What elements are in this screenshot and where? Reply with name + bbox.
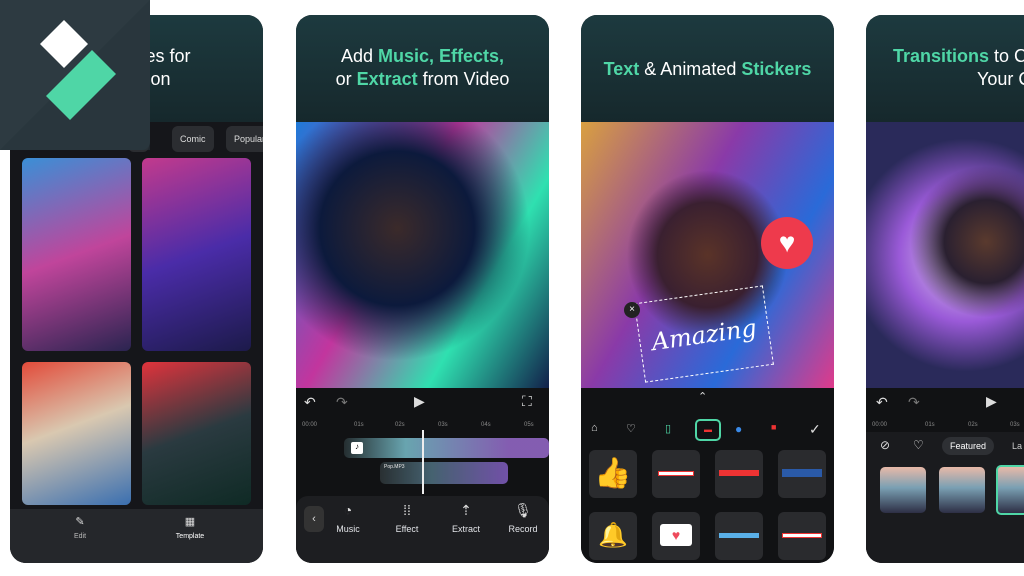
music-icon[interactable]: ◔: [338, 502, 358, 518]
tab-latest[interactable]: La: [1012, 437, 1022, 455]
bottom-nav: ✎ Edit ▦ Template: [10, 509, 263, 563]
microphone-icon[interactable]: 🎙: [513, 502, 533, 519]
chevron-up-icon[interactable]: ⌃: [698, 390, 707, 403]
nav-edit[interactable]: Edit: [55, 533, 105, 540]
redo-icon[interactable]: ↷: [336, 394, 348, 411]
toolbar: ‹ ◔ Music ⁞⁞ Effect ⇡ Extract 🎙 Record: [296, 496, 549, 563]
chip-popular[interactable]: Popular: [226, 126, 263, 152]
transition-thumb-selected[interactable]: [996, 465, 1024, 515]
tool-record[interactable]: Record: [500, 524, 546, 535]
store-icon[interactable]: ⌂: [591, 422, 598, 434]
redo-icon[interactable]: ↷: [908, 394, 920, 411]
tool-music[interactable]: Music: [325, 524, 371, 535]
transition-thumb[interactable]: [939, 467, 985, 513]
app-logo: [0, 0, 150, 150]
sticker-banner[interactable]: [715, 512, 763, 560]
edit-icon[interactable]: ✎: [70, 515, 90, 528]
sticker-category-selected[interactable]: ▬: [695, 419, 721, 441]
time-label: 04s: [481, 422, 491, 428]
panel-stickers: Text & Animated Stickers ♥ Amazing × ⌃ ⌂…: [581, 15, 834, 563]
check-icon[interactable]: ✓: [809, 421, 821, 438]
headline: Transitions to C Your Clip: [866, 15, 1024, 122]
back-button[interactable]: ‹: [304, 506, 324, 532]
time-label: 00:00: [872, 422, 888, 428]
favorite-icon[interactable]: ♡: [626, 422, 636, 435]
undo-icon[interactable]: ↶: [876, 394, 888, 411]
sticker-heart-bubble[interactable]: ♥: [652, 512, 700, 560]
time-label: 01s: [925, 422, 935, 428]
undo-icon[interactable]: ↶: [304, 394, 316, 411]
headline: Add Music, Effects, or Extract from Vide…: [296, 15, 549, 122]
sticker-panel: ⌃ ⌂ ♡ ▯ ▬ ● ■ ✓ 👍 🔔 ♥: [581, 388, 834, 563]
chat-bubble-icon[interactable]: ●: [735, 422, 742, 436]
time-label: 02s: [395, 422, 405, 428]
transition-panel: ↶ ↷ ▶ 00:00 01s 02s 03s ⊘ ♡ Featured La: [866, 388, 1024, 563]
template-tile[interactable]: [22, 158, 131, 351]
sticker-banner[interactable]: [715, 450, 763, 498]
playhead[interactable]: [422, 430, 424, 494]
time-label: 03s: [438, 422, 448, 428]
sticker-banner[interactable]: [652, 450, 700, 498]
favorite-icon[interactable]: ♡: [913, 438, 924, 452]
video-preview: [866, 122, 1024, 388]
template-tile[interactable]: [142, 158, 251, 351]
headline: Text & Animated Stickers: [581, 15, 834, 122]
extract-icon[interactable]: ⇡: [456, 502, 476, 519]
video-preview: ♥ Amazing ×: [581, 122, 834, 388]
editor-panel: ↶ ↷ ▶ ⛶ 00:00 01s 02s 03s 04s 05s ♪ Pop.…: [296, 388, 549, 563]
nav-template[interactable]: Template: [165, 533, 215, 540]
time-label: 01s: [354, 422, 364, 428]
time-label: 05s: [524, 422, 534, 428]
sticker-category-icon[interactable]: ▯: [665, 422, 671, 435]
fullscreen-icon[interactable]: ⛶: [522, 393, 532, 410]
template-icon[interactable]: ▦: [180, 515, 200, 528]
text-sticker[interactable]: Amazing: [634, 285, 774, 383]
none-icon[interactable]: ⊘: [880, 438, 890, 452]
close-icon[interactable]: ×: [624, 302, 640, 318]
tool-effect[interactable]: Effect: [384, 524, 430, 535]
sticker-bell[interactable]: 🔔: [589, 512, 637, 560]
effect-icon[interactable]: ⁞⁞: [397, 502, 417, 518]
sticker-banner[interactable]: [778, 512, 826, 560]
transition-thumb[interactable]: [880, 467, 926, 513]
video-preview: [296, 122, 549, 388]
tool-extract[interactable]: Extract: [443, 524, 489, 535]
time-label: 03s: [1010, 422, 1020, 428]
music-note-icon: ♪: [351, 442, 363, 454]
play-icon[interactable]: ▶: [986, 393, 997, 410]
sticker-category-icon[interactable]: ■: [771, 422, 776, 432]
audio-track[interactable]: [344, 438, 549, 458]
tab-featured[interactable]: Featured: [942, 437, 995, 455]
chip-comic[interactable]: Comic: [172, 126, 214, 152]
template-tile[interactable]: [22, 362, 131, 505]
time-label: 00:00: [302, 422, 318, 428]
panel-music: Add Music, Effects, or Extract from Vide…: [296, 15, 549, 563]
template-tile[interactable]: [142, 362, 251, 505]
audio-clip[interactable]: Pop.MP3: [380, 462, 508, 484]
play-icon[interactable]: ▶: [414, 393, 425, 410]
sticker-hashtag[interactable]: [778, 450, 826, 498]
time-label: 02s: [968, 422, 978, 428]
sticker-thumbs-up[interactable]: 👍: [589, 450, 637, 498]
panel-transitions: Transitions to C Your Clip ↶ ↷ ▶ 00:00 0…: [866, 15, 1024, 563]
heart-sticker[interactable]: ♥: [761, 217, 813, 269]
